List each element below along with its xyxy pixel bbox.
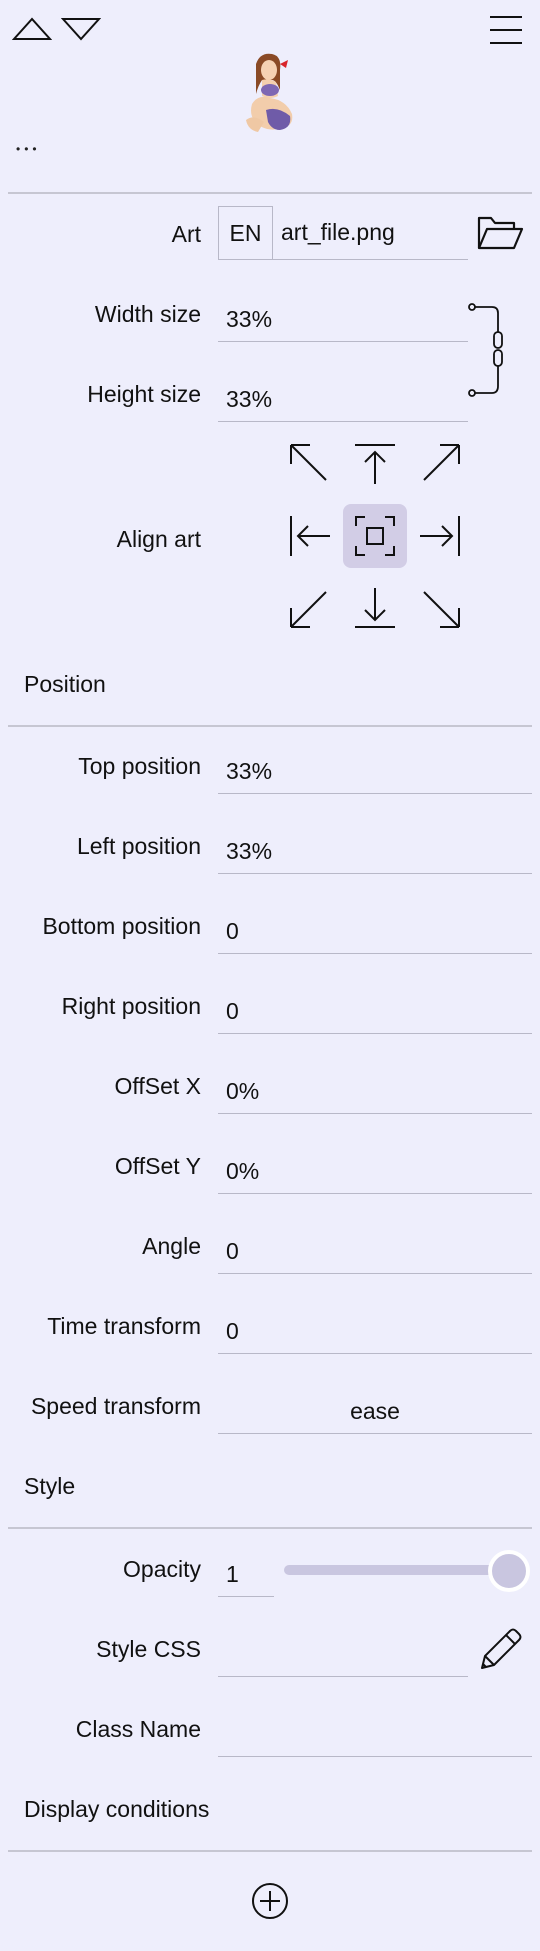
language-toggle[interactable]: EN [218, 206, 272, 260]
menu-icon[interactable] [488, 15, 524, 45]
art-label: Art [171, 221, 201, 247]
opacity-slider-track [284, 1565, 508, 1575]
left-position-value: 33% [226, 838, 273, 864]
opacity-label: Opacity [123, 1556, 201, 1582]
align-top-right-button[interactable] [408, 432, 472, 496]
top-position-value: 33% [226, 758, 273, 784]
align-bottom-button[interactable] [343, 576, 407, 640]
time-transform-value: 0 [226, 1318, 239, 1344]
right-position-value: 0 [226, 998, 239, 1024]
pencil-edit-icon[interactable] [478, 1626, 524, 1672]
bottom-position-label: Bottom position [42, 913, 201, 939]
opacity-slider[interactable] [284, 1548, 530, 1592]
left-position-label: Left position [76, 833, 201, 859]
opacity-value: 1 [226, 1561, 239, 1587]
height-size-value: 33% [226, 386, 273, 412]
height-size-field[interactable]: 33% [218, 375, 468, 422]
bottom-position-field[interactable]: 0 [218, 907, 532, 954]
class-name-field[interactable] [218, 1710, 532, 1757]
class-name-label: Class Name [75, 1716, 201, 1742]
more-options-dots[interactable]: ••• [16, 142, 41, 156]
width-size-field[interactable]: 33% [218, 295, 468, 342]
position-divider [8, 725, 532, 727]
position-header: Position [24, 671, 106, 697]
opacity-field[interactable]: 1 [218, 1550, 274, 1597]
right-position-label: Right position [61, 993, 201, 1019]
style-css-label: Style CSS [96, 1636, 201, 1662]
offset-y-value: 0% [226, 1158, 260, 1184]
style-header: Style [24, 1473, 76, 1499]
height-size-label: Height size [87, 381, 201, 407]
align-center-button[interactable] [343, 504, 407, 568]
align-bottom-left-button[interactable] [278, 576, 342, 640]
angle-field[interactable]: 0 [218, 1227, 532, 1274]
align-top-button[interactable] [343, 432, 407, 496]
align-bottom-right-button[interactable] [408, 576, 472, 640]
display-divider [8, 1850, 532, 1852]
art-thumbnail [236, 50, 302, 136]
top-position-label: Top position [78, 753, 201, 779]
display-conditions-header: Display conditions [24, 1796, 210, 1822]
left-position-field[interactable]: 33% [218, 827, 532, 874]
offset-x-value: 0% [226, 1078, 260, 1104]
move-up-icon[interactable] [12, 16, 52, 42]
angle-label: Angle [142, 1233, 201, 1259]
align-art-label: Align art [116, 526, 201, 552]
move-down-icon[interactable] [61, 16, 101, 42]
angle-value: 0 [226, 1238, 239, 1264]
speed-transform-value: ease [350, 1398, 400, 1424]
offset-x-field[interactable]: 0% [218, 1067, 532, 1114]
offset-y-label: OffSet Y [114, 1153, 201, 1179]
time-transform-label: Time transform [47, 1313, 201, 1339]
offset-x-label: OffSet X [114, 1073, 201, 1099]
align-left-button[interactable] [278, 504, 342, 568]
opacity-slider-thumb[interactable] [488, 1550, 530, 1592]
speed-transform-label: Speed transform [30, 1393, 201, 1419]
speed-transform-select[interactable]: ease [218, 1387, 532, 1434]
top-divider [8, 192, 532, 194]
language-code: EN [229, 219, 262, 246]
width-size-value: 33% [226, 306, 273, 332]
style-divider [8, 1527, 532, 1529]
style-css-field[interactable] [218, 1630, 468, 1677]
art-file-field[interactable]: art_file.png [272, 206, 468, 260]
time-transform-field[interactable]: 0 [218, 1307, 532, 1354]
top-position-field[interactable]: 33% [218, 747, 532, 794]
align-top-left-button[interactable] [278, 432, 342, 496]
width-size-label: Width size [94, 301, 201, 327]
bottom-position-value: 0 [226, 918, 239, 944]
add-circle-icon[interactable] [251, 1882, 289, 1920]
art-file-value: art_file.png [281, 219, 395, 245]
link-aspect-icon[interactable] [466, 302, 506, 400]
folder-open-icon[interactable] [476, 214, 524, 252]
align-right-button[interactable] [408, 504, 472, 568]
offset-y-field[interactable]: 0% [218, 1147, 532, 1194]
right-position-field[interactable]: 0 [218, 987, 532, 1034]
